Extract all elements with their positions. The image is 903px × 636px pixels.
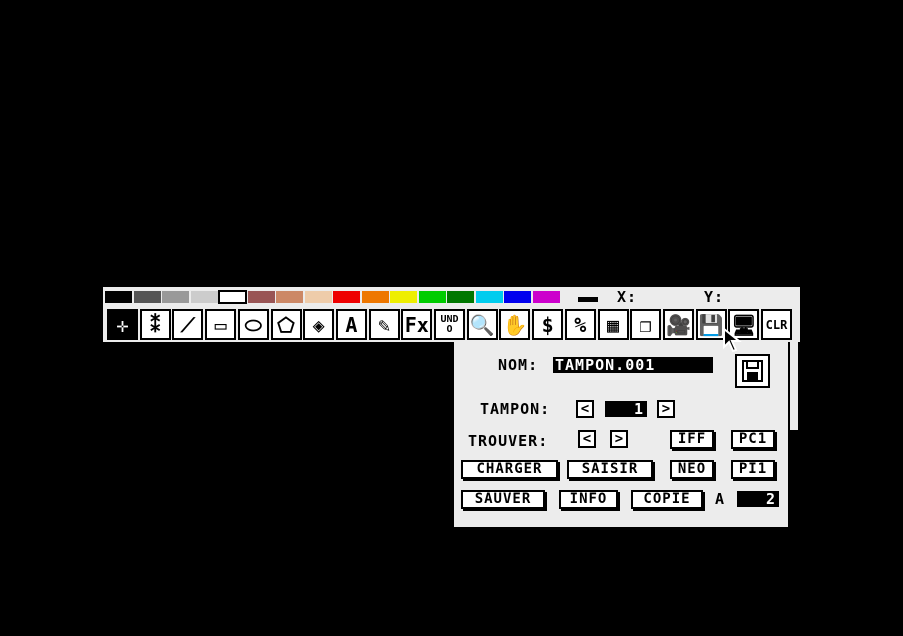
toolbar: ✛ ⁑ ⟋ ▭ ⬭ ⬠ ◈ A ✎ Fx UNDO 🔍 ✋ $% ▦ ❐ 🎥 💾 🖥 CLR xyxy=(103,307,800,342)
camera-tool-icon[interactable]: 🎥 xyxy=(662,309,694,340)
charger-button[interactable]: CHARGER xyxy=(461,460,558,479)
color-swatch[interactable] xyxy=(532,291,560,303)
percent-tool-icon[interactable]: % xyxy=(564,309,596,340)
clear-tool-icon[interactable]: CLR xyxy=(761,309,792,340)
color-swatch[interactable] xyxy=(133,291,161,303)
ellipse-tool-icon[interactable]: ⬭ xyxy=(237,309,269,340)
fill-tool-icon[interactable]: ◈ xyxy=(303,309,335,340)
color-swatch[interactable] xyxy=(418,291,446,303)
floppy-disk-icon[interactable] xyxy=(735,354,770,388)
rectangle-tool-icon[interactable]: ▭ xyxy=(205,309,237,340)
palette-bar: X: Y: xyxy=(103,287,800,307)
sauver-button[interactable]: SAUVER xyxy=(461,490,545,509)
tampon-label: TAMPON: xyxy=(480,400,551,418)
hand-tool-icon[interactable]: ✋ xyxy=(499,309,531,340)
color-swatch[interactable] xyxy=(218,290,247,304)
color-swatch[interactable] xyxy=(105,291,132,303)
mouse-pointer-icon xyxy=(723,327,742,353)
line-tool-icon[interactable]: ⟋ xyxy=(172,309,204,340)
color-swatch[interactable] xyxy=(247,291,275,303)
copy-count-field[interactable]: 2 xyxy=(737,491,779,507)
zoom-tool-icon[interactable]: 🔍 xyxy=(466,309,498,340)
trouver-label: TROUVER: xyxy=(468,432,549,450)
trouver-next-button[interactable]: > xyxy=(610,430,628,448)
color-swatch[interactable] xyxy=(304,291,332,303)
filename-field[interactable]: TAMPON.001 xyxy=(553,357,713,373)
color-swatch[interactable] xyxy=(361,291,389,303)
color-swatch[interactable] xyxy=(190,291,218,303)
info-button[interactable]: INFO xyxy=(559,490,618,509)
line-width-indicator[interactable] xyxy=(578,297,598,302)
a-label: A xyxy=(715,490,726,508)
copie-button[interactable]: COPIE xyxy=(631,490,703,509)
x-coordinate-label: X: xyxy=(617,288,638,306)
pi1-button[interactable]: PI1 xyxy=(731,460,775,479)
color-swatch[interactable] xyxy=(390,291,417,303)
text-tool-icon[interactable]: A xyxy=(335,309,367,340)
neo-button[interactable]: NEO xyxy=(670,460,714,479)
color-swatch[interactable] xyxy=(333,291,360,303)
polygon-tool-icon[interactable]: ⬠ xyxy=(270,309,302,340)
windows-tool-icon[interactable]: ❐ xyxy=(630,309,662,340)
pc1-button[interactable]: PC1 xyxy=(731,430,775,449)
y-coordinate-label: Y: xyxy=(704,288,725,306)
color-swatch[interactable] xyxy=(276,291,303,303)
grid-tool-icon[interactable]: ▦ xyxy=(597,309,629,340)
effects-tool-icon[interactable]: Fx xyxy=(401,309,433,340)
undo-tool-icon[interactable]: UNDO xyxy=(434,309,465,340)
iff-button[interactable]: IFF xyxy=(670,430,714,449)
saisir-button[interactable]: SAISIR xyxy=(567,460,653,479)
tampon-value: 1 xyxy=(605,401,647,417)
crosshair-tool-icon[interactable]: ✛ xyxy=(107,309,138,340)
spray-tool-icon[interactable]: ⁑ xyxy=(139,309,171,340)
trouver-prev-button[interactable]: < xyxy=(578,430,596,448)
brush-tool-icon[interactable]: ✎ xyxy=(368,309,400,340)
tampon-next-button[interactable]: > xyxy=(657,400,675,418)
panel-scrollbar[interactable] xyxy=(788,342,798,430)
dollar-tool-icon[interactable]: $ xyxy=(532,309,564,340)
color-swatch[interactable] xyxy=(504,291,531,303)
color-swatch[interactable] xyxy=(162,291,189,303)
nom-label: NOM: xyxy=(498,356,539,374)
color-swatch[interactable] xyxy=(475,291,503,303)
color-swatch[interactable] xyxy=(447,291,474,303)
tampon-prev-button[interactable]: < xyxy=(576,400,594,418)
